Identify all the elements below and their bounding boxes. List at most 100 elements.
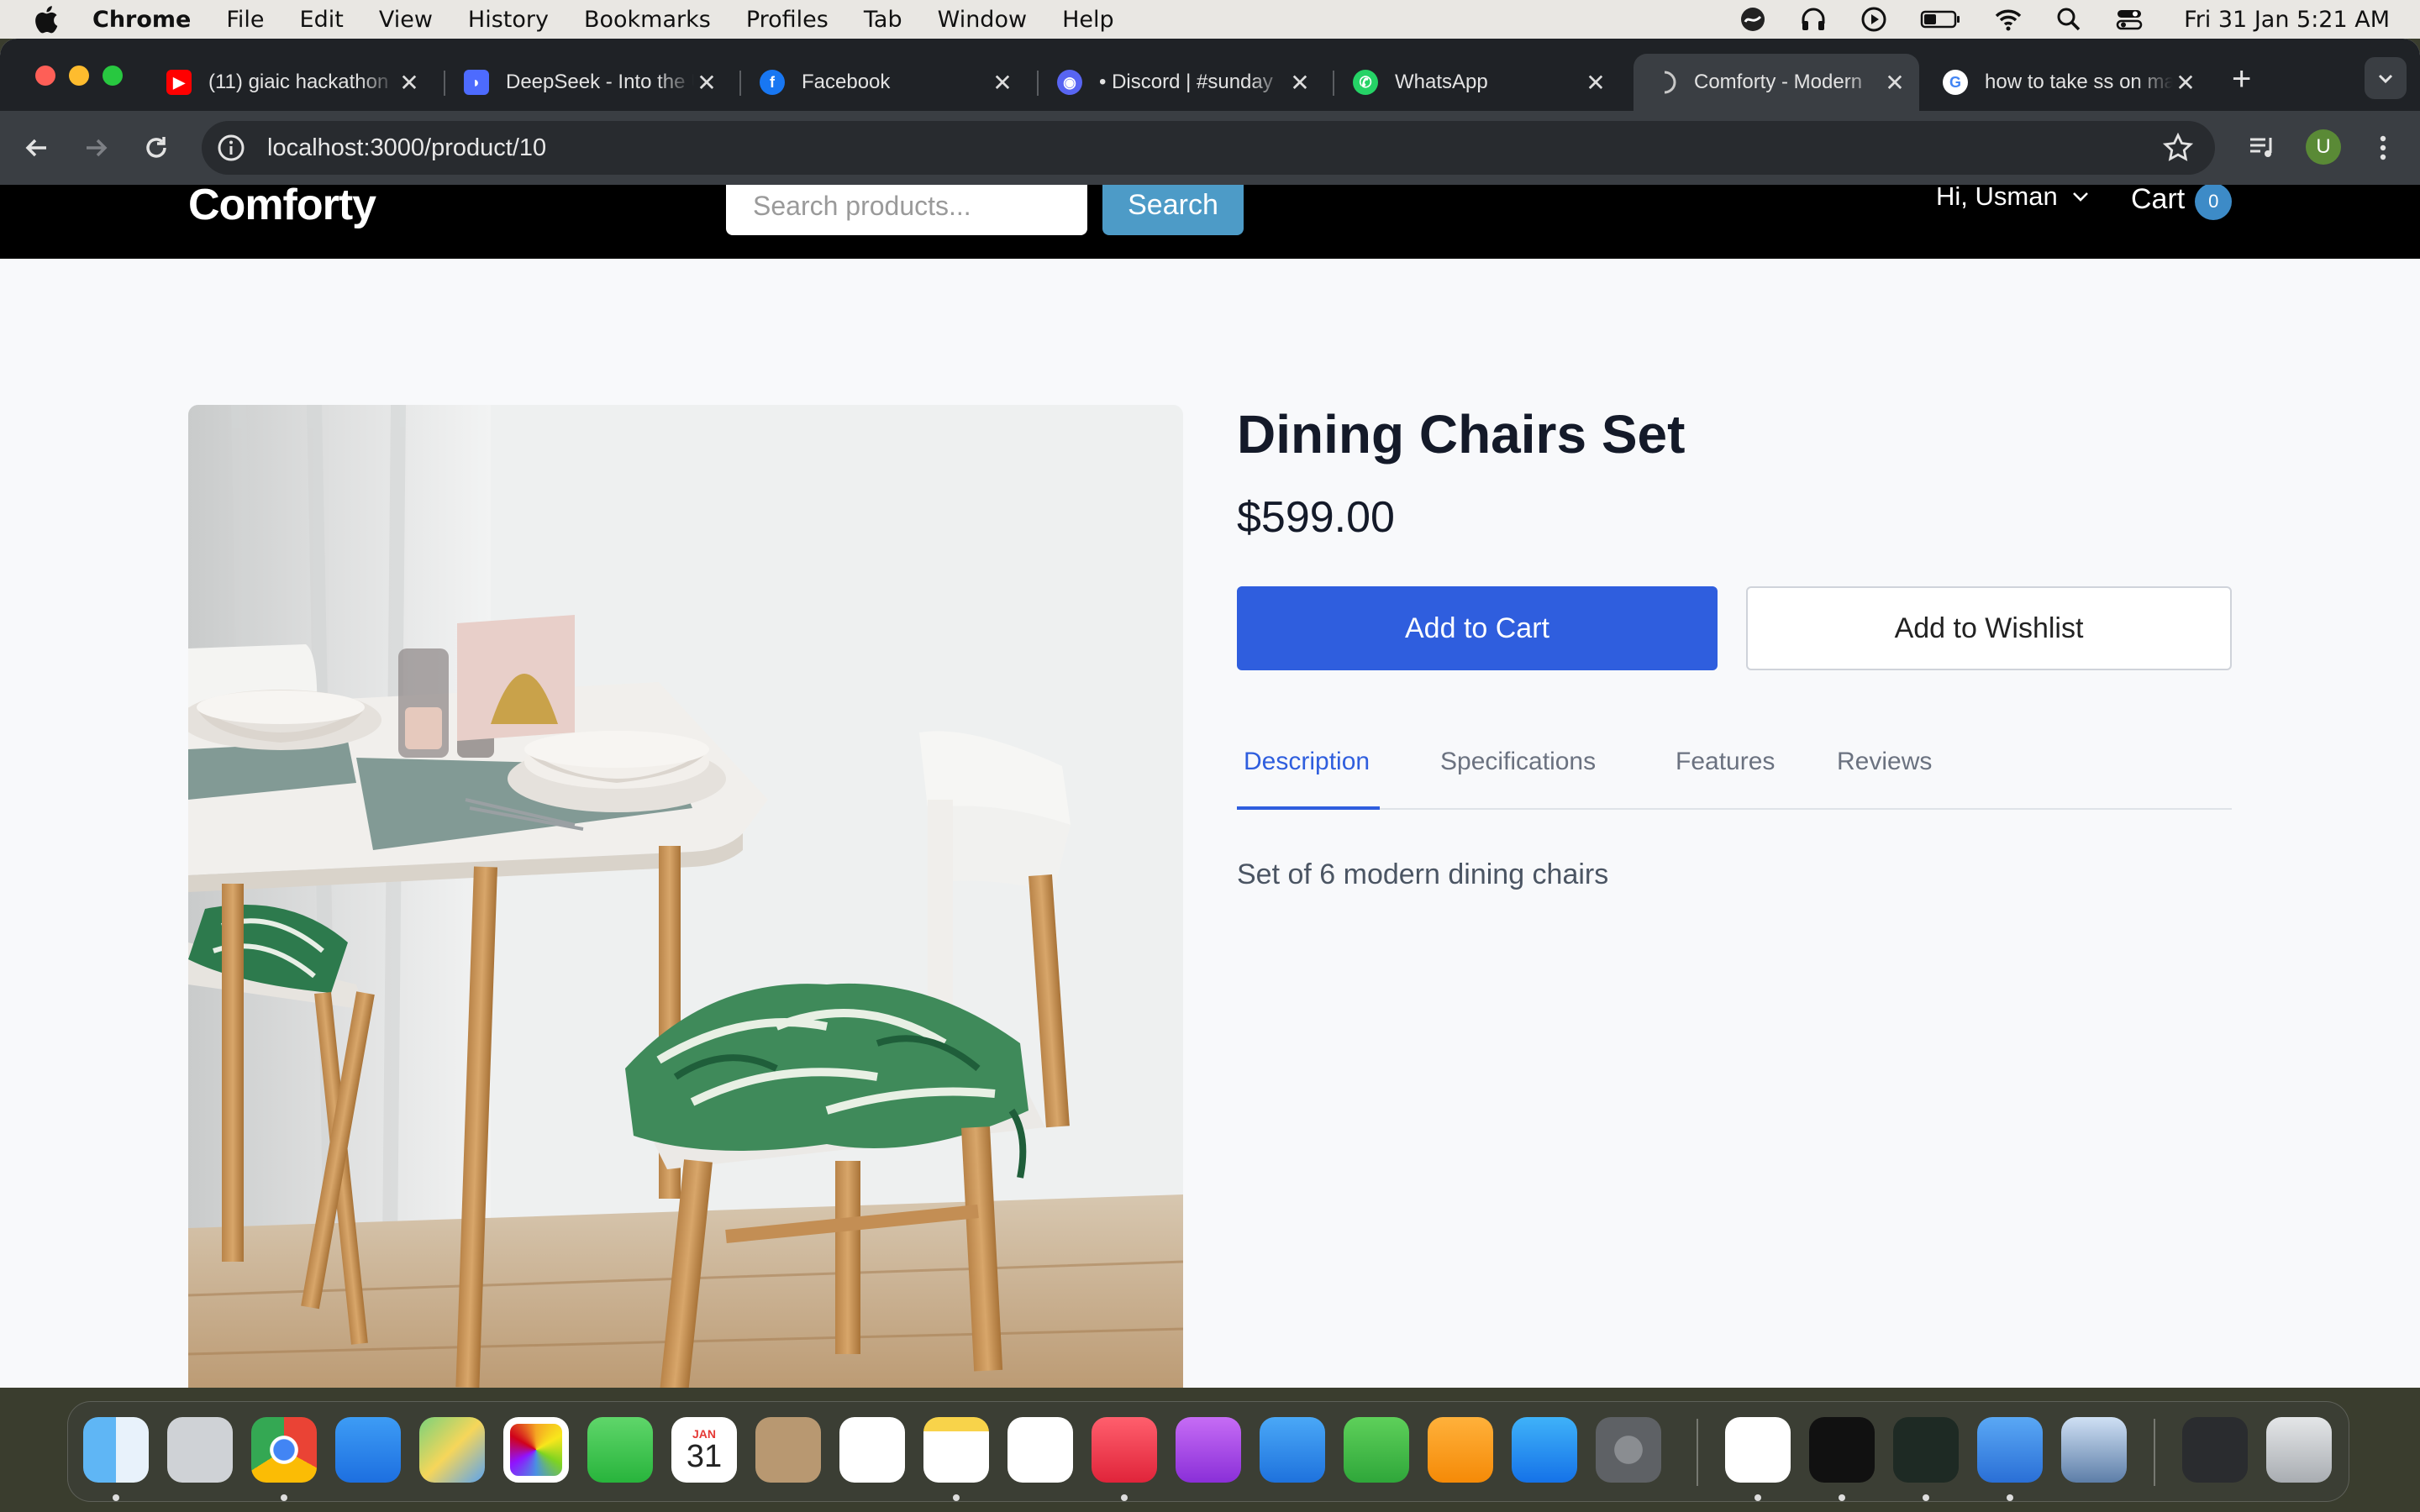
zoom-window-button[interactable]: [103, 66, 123, 86]
cube-app-icon[interactable]: [1809, 1417, 1875, 1483]
leaf-app-icon[interactable]: [1893, 1417, 1959, 1483]
running-indicator: [2007, 1494, 2013, 1501]
tab-title: Facebook: [802, 71, 891, 93]
numbers-icon[interactable]: [1344, 1417, 1409, 1483]
close-tab-icon[interactable]: ✕: [1882, 69, 1907, 97]
menu-window[interactable]: Window: [938, 7, 1027, 33]
close-tab-icon[interactable]: ✕: [2173, 69, 2198, 97]
menubar-clock[interactable]: Fri 31 Jan 5:21 AM: [2184, 7, 2390, 33]
media-control-button[interactable]: [2244, 129, 2281, 166]
tab-whatsapp[interactable]: ✆ WhatsApp ✕: [1334, 54, 1620, 111]
running-indicator: [1923, 1494, 1929, 1501]
tab-discord[interactable]: ◉ • Discord | #sunday ✕: [1039, 54, 1324, 111]
menu-bookmarks[interactable]: Bookmarks: [584, 7, 711, 33]
forward-button[interactable]: [77, 129, 114, 166]
battery-icon[interactable]: [1920, 5, 1962, 34]
headphones-icon[interactable]: [1799, 5, 1828, 34]
add-to-wishlist-button[interactable]: Add to Wishlist: [1746, 586, 2232, 670]
bookmark-star-icon[interactable]: [2163, 133, 2193, 163]
url-text[interactable]: localhost:3000/product/10: [267, 134, 546, 162]
chrome-menu-button[interactable]: [2365, 129, 2402, 166]
podcasts-icon[interactable]: [1176, 1417, 1241, 1483]
spotlight-search-icon[interactable]: [2054, 5, 2083, 34]
profile-avatar[interactable]: U: [2306, 129, 2341, 165]
add-to-cart-button[interactable]: Add to Cart: [1237, 586, 1718, 670]
menu-view[interactable]: View: [379, 7, 433, 33]
tab-description[interactable]: Description: [1237, 748, 1380, 810]
cart-count-badge: 0: [2195, 185, 2233, 220]
now-playing-icon[interactable]: [1860, 5, 1888, 34]
arrow-right-icon: [87, 139, 108, 157]
control-center-icon[interactable]: [2115, 5, 2144, 34]
music-icon[interactable]: [1092, 1417, 1157, 1483]
search-button[interactable]: Search: [1102, 185, 1244, 235]
finder-icon[interactable]: [83, 1417, 149, 1483]
photos-icon[interactable]: [503, 1417, 569, 1483]
reminders-icon[interactable]: [839, 1417, 905, 1483]
user-menu[interactable]: Hi, Usman: [1936, 185, 2091, 212]
tab-title: Comforty - Modern: [1694, 71, 1863, 93]
search-input[interactable]: [726, 185, 1087, 235]
chrome-icon[interactable]: [251, 1417, 317, 1483]
cart-link[interactable]: Cart 0: [2131, 185, 2233, 220]
tab-features[interactable]: Features: [1669, 748, 1781, 810]
tab-search-button[interactable]: [2365, 57, 2407, 99]
tab-title: how to take ss on mac: [1985, 71, 2173, 93]
wifi-icon[interactable]: [1994, 5, 2023, 34]
new-tab-button[interactable]: +: [2232, 60, 2251, 98]
close-tab-icon[interactable]: ✕: [1287, 69, 1313, 97]
freeform-icon[interactable]: [1007, 1417, 1073, 1483]
site-header: Comforty Search Hi, Usman Cart 0: [0, 185, 2420, 259]
tab-deepseek[interactable]: ◗ DeepSeek - Into the Unknown ✕: [445, 54, 731, 111]
menu-file[interactable]: File: [226, 7, 264, 33]
close-tab-icon[interactable]: ✕: [1583, 69, 1608, 97]
pages-icon[interactable]: [1428, 1417, 1493, 1483]
tab-specifications[interactable]: Specifications: [1434, 748, 1602, 810]
menu-tab[interactable]: Tab: [864, 7, 902, 33]
system-settings-icon[interactable]: [1596, 1417, 1661, 1483]
close-window-button[interactable]: [35, 66, 55, 86]
apple-icon[interactable]: [34, 5, 59, 34]
menu-profiles[interactable]: Profiles: [746, 7, 829, 33]
maps-icon[interactable]: [419, 1417, 485, 1483]
mail-icon[interactable]: [335, 1417, 401, 1483]
back-button[interactable]: [18, 129, 55, 166]
product-tabs: Description Specifications Features Revi…: [1237, 748, 2232, 810]
chevron-down-icon: [2072, 192, 2088, 202]
minimize-window-button[interactable]: [69, 66, 89, 86]
keynote-icon[interactable]: [1260, 1417, 1325, 1483]
running-indicator: [953, 1494, 960, 1501]
menu-app-name[interactable]: Chrome: [92, 7, 191, 33]
menu-help[interactable]: Help: [1062, 7, 1114, 33]
tab-google[interactable]: G how to take ss on mac ✕: [1924, 54, 2210, 111]
calendar-icon[interactable]: JAN 31: [671, 1417, 737, 1483]
dining-chairs-photo: [188, 405, 1183, 1388]
downloads-stack-icon[interactable]: [2182, 1417, 2248, 1483]
xcode-icon[interactable]: [1977, 1417, 2043, 1483]
menu-edit[interactable]: Edit: [300, 7, 344, 33]
contacts-icon[interactable]: [755, 1417, 821, 1483]
facetime-icon[interactable]: [587, 1417, 653, 1483]
app-store-icon[interactable]: [1512, 1417, 1577, 1483]
reload-button[interactable]: [138, 129, 175, 166]
tab-facebook[interactable]: f Facebook ✕: [741, 54, 1027, 111]
tab-strip: ▶ (11) giaic hackathon ✕ ◗ DeepSeek - In…: [0, 39, 2420, 111]
tab-title: • Discord | #sunday: [1099, 71, 1273, 93]
close-tab-icon[interactable]: ✕: [990, 69, 1015, 97]
close-tab-icon[interactable]: ✕: [694, 69, 719, 97]
tab-youtube[interactable]: ▶ (11) giaic hackathon ✕: [148, 54, 434, 111]
notes-icon[interactable]: [923, 1417, 989, 1483]
vscode-icon[interactable]: [1725, 1417, 1791, 1483]
launchpad-icon[interactable]: [167, 1417, 233, 1483]
tab-reviews[interactable]: Reviews: [1830, 748, 1939, 810]
tab-comforty-active[interactable]: Comforty - Modern ✕: [1634, 54, 1919, 111]
site-logo[interactable]: Comforty: [188, 185, 376, 230]
preview-icon[interactable]: [2061, 1417, 2127, 1483]
site-info-icon[interactable]: [217, 134, 245, 162]
menu-history[interactable]: History: [468, 7, 549, 33]
close-tab-icon[interactable]: ✕: [397, 69, 422, 97]
address-bar[interactable]: localhost:3000/product/10: [202, 121, 2215, 175]
siri-icon[interactable]: [1739, 5, 1767, 34]
running-indicator: [1121, 1494, 1128, 1501]
trash-icon[interactable]: [2266, 1417, 2332, 1483]
